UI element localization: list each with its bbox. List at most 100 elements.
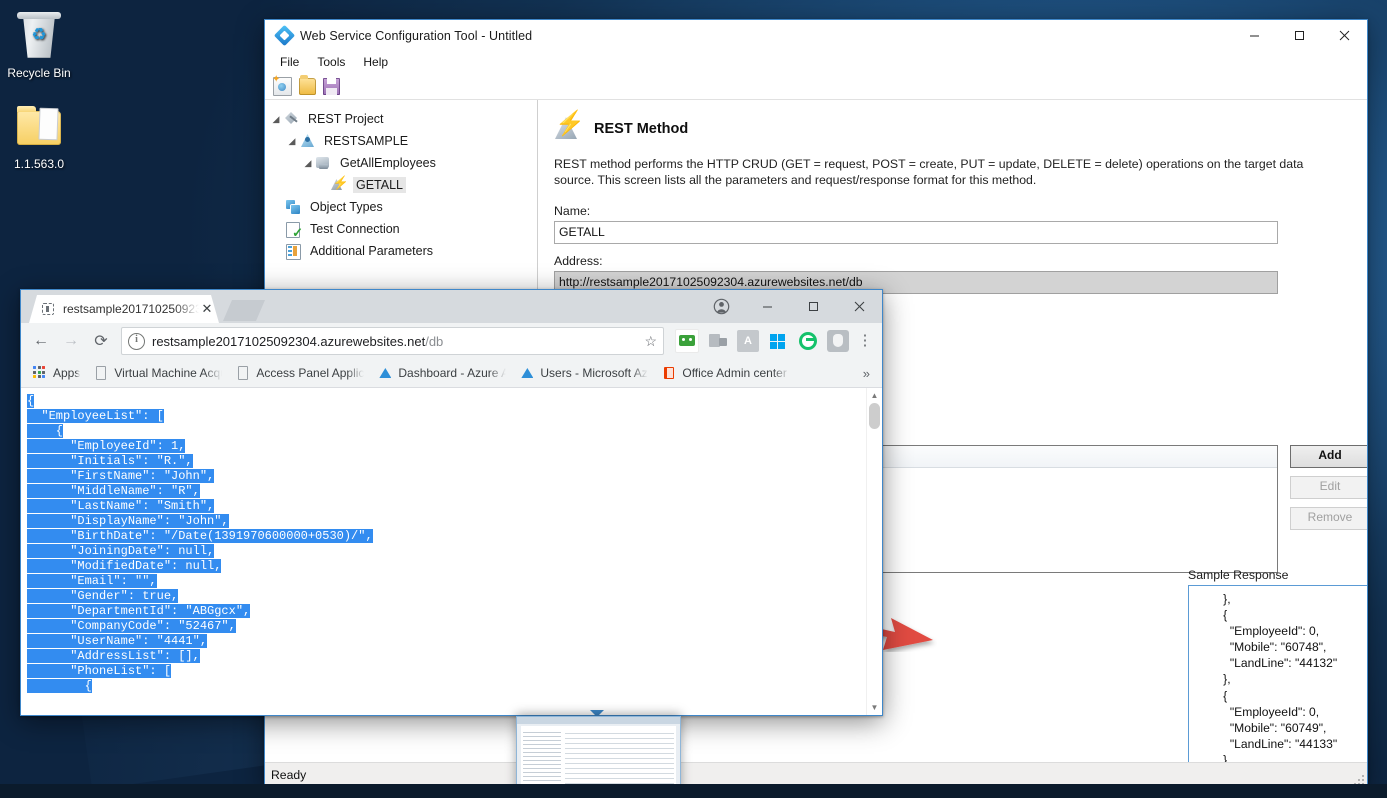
expander-icon[interactable]: ◢ — [301, 158, 315, 169]
page-title: REST Method — [594, 121, 689, 137]
object-types-icon — [285, 199, 302, 215]
status-text: Ready — [271, 768, 307, 782]
sample-response-box[interactable]: }, { "EmployeeId": 0, "Mobile": "60748",… — [1188, 585, 1367, 762]
remove-button[interactable]: Remove — [1290, 507, 1367, 530]
bookmark-dashboard-azure[interactable]: Dashboard - Azure A — [372, 364, 512, 382]
bookmark-access-panel[interactable]: Access Panel Applicat — [230, 364, 370, 382]
tree-item-label: REST Project — [308, 112, 384, 126]
app-minimize-button[interactable] — [1232, 20, 1277, 51]
extension-windows-icon[interactable] — [767, 330, 789, 352]
bookmark-label: Office Admin center - — [682, 366, 791, 380]
forward-arrow-icon[interactable]: → — [57, 327, 85, 355]
new-document-icon[interactable] — [272, 74, 292, 96]
menu-file[interactable]: File — [271, 53, 308, 71]
app-window-controls — [1232, 20, 1367, 51]
additional-parameters-icon — [285, 243, 302, 260]
page-scrollbar[interactable]: ▲ ▼ — [866, 388, 882, 715]
url-host: restsample20171025092304.azurewebsites.n… — [152, 333, 426, 349]
tree-item-test-connection[interactable]: Test Connection — [265, 218, 537, 240]
browser-toolbar: ← → ⟳ i restsample20171025092304.azurewe… — [21, 323, 882, 359]
extension-grammarly-icon[interactable] — [797, 330, 819, 352]
rest-method-icon — [554, 112, 585, 144]
browser-maximize-button[interactable] — [790, 290, 836, 322]
tree-item-restsample[interactable]: ◢ RESTSAMPLE — [265, 130, 537, 152]
desktop-icon-recycle-bin[interactable]: ♻ Recycle Bin — [0, 12, 82, 80]
open-folder-icon[interactable] — [299, 74, 316, 95]
bookmark-virtual-machine[interactable]: Virtual Machine Acqu — [88, 364, 228, 382]
app-close-button[interactable] — [1322, 20, 1367, 51]
name-field-label: Name: — [554, 204, 591, 218]
windows-taskbar[interactable] — [0, 784, 1387, 798]
bookmarks-overflow-icon[interactable]: » — [857, 366, 876, 381]
desktop-icon-label: Recycle Bin — [7, 66, 71, 80]
extension-robot-icon[interactable] — [675, 329, 699, 353]
bookmark-label: Apps — [53, 366, 81, 380]
tree-item-label: Object Types — [310, 200, 383, 214]
bookmark-label: Virtual Machine Acqu — [114, 366, 223, 380]
extension-shield-icon[interactable] — [827, 330, 849, 352]
menu-tools[interactable]: Tools — [308, 53, 354, 71]
reload-icon[interactable]: ⟳ — [87, 327, 115, 355]
desktop-icon-folder[interactable]: 1.1.563.0 — [0, 105, 82, 171]
floppy-save-icon[interactable] — [323, 77, 340, 95]
azure-icon — [378, 366, 392, 380]
name-input[interactable]: GETALL — [554, 221, 1278, 244]
page-scroll-thumb[interactable] — [869, 403, 880, 429]
expander-icon[interactable]: ◢ — [269, 114, 283, 125]
tree-item-object-types[interactable]: Object Types — [265, 196, 537, 218]
bookmark-apps[interactable]: Apps — [27, 364, 86, 382]
bookmark-label: Access Panel Applicat — [256, 366, 365, 380]
sample-response-text[interactable]: }, { "EmployeeId": 0, "Mobile": "60748",… — [1189, 586, 1367, 762]
apps-grid-icon — [33, 366, 47, 380]
app-title-bar[interactable]: Web Service Configuration Tool - Untitle… — [265, 20, 1367, 51]
bookmark-office-admin-center[interactable]: Office Admin center - — [656, 364, 796, 382]
extension-video-icon[interactable] — [707, 330, 729, 352]
bookmark-users-microsoft-azure[interactable]: Users - Microsoft Azu — [514, 364, 654, 382]
browser-tab-strip: restsample201710250923 ✕ — [21, 290, 882, 323]
menu-help[interactable]: Help — [354, 53, 397, 71]
resize-grip[interactable] — [1350, 771, 1364, 785]
tab-close-icon[interactable]: ✕ — [199, 301, 215, 317]
new-tab-icon[interactable] — [223, 300, 265, 321]
tree-item-label: GetAllEmployees — [340, 156, 436, 170]
desktop-background: ♻ Recycle Bin 1.1.563.0 Web Service Conf… — [0, 0, 1387, 798]
page-info-icon[interactable]: i — [128, 332, 145, 350]
chrome-menu-kebab-icon[interactable]: ⋮ — [854, 333, 876, 348]
rest-method-header: REST Method — [554, 112, 1351, 144]
tree-item-additional-parameters[interactable]: Additional Parameters — [265, 240, 537, 262]
tree-item-getall[interactable]: GETALL — [265, 174, 537, 196]
preview-title-bar — [517, 717, 680, 724]
desktop-icon-label: 1.1.563.0 — [13, 157, 65, 171]
json-text: { "EmployeeList": [ { "EmployeeId": 1, "… — [27, 394, 373, 693]
tree-item-getallemployees[interactable]: ◢ GetAllEmployees — [265, 152, 537, 174]
star-icon[interactable]: ☆ — [636, 333, 657, 350]
page-icon — [94, 366, 108, 380]
browser-tab-title: restsample201710250923 — [63, 302, 199, 316]
profile-avatar-icon[interactable] — [698, 290, 744, 322]
app-maximize-button[interactable] — [1277, 20, 1322, 51]
edit-button[interactable]: Edit — [1290, 476, 1367, 499]
browser-minimize-button[interactable] — [744, 290, 790, 322]
sample-response-label: Sample Response — [1188, 568, 1289, 582]
tree-item-label: GETALL — [353, 177, 407, 193]
browser-window-controls — [698, 290, 882, 322]
page-scroll-up-icon[interactable]: ▲ — [867, 388, 882, 403]
browser-tab[interactable]: restsample201710250923 ✕ — [29, 295, 219, 323]
address-bar[interactable]: i restsample20171025092304.azurewebsites… — [121, 327, 664, 355]
page-scroll-down-icon[interactable]: ▼ — [867, 700, 882, 715]
extension-font-icon[interactable]: A — [737, 330, 759, 352]
recycle-bin-icon: ♻ — [0, 12, 82, 62]
tree-item-label: Test Connection — [310, 222, 400, 236]
azure-icon — [520, 366, 534, 380]
back-arrow-icon[interactable]: ← — [27, 327, 55, 355]
browser-close-button[interactable] — [836, 290, 882, 322]
json-response-body[interactable]: { "EmployeeList": [ { "EmployeeId": 1, "… — [21, 388, 866, 715]
url-path: /db — [425, 333, 444, 349]
add-button[interactable]: Add — [1290, 445, 1367, 468]
expander-icon[interactable]: ◢ — [285, 136, 299, 147]
resource-icon — [315, 155, 332, 171]
tree-item-rest-project[interactable]: ◢ REST Project — [265, 108, 537, 130]
address-bar-url: restsample20171025092304.azurewebsites.n… — [152, 334, 443, 349]
rest-method-description: REST method performs the HTTP CRUD (GET … — [554, 157, 1304, 187]
bookmarks-bar: Apps Virtual Machine Acqu Access Panel A… — [21, 359, 882, 388]
